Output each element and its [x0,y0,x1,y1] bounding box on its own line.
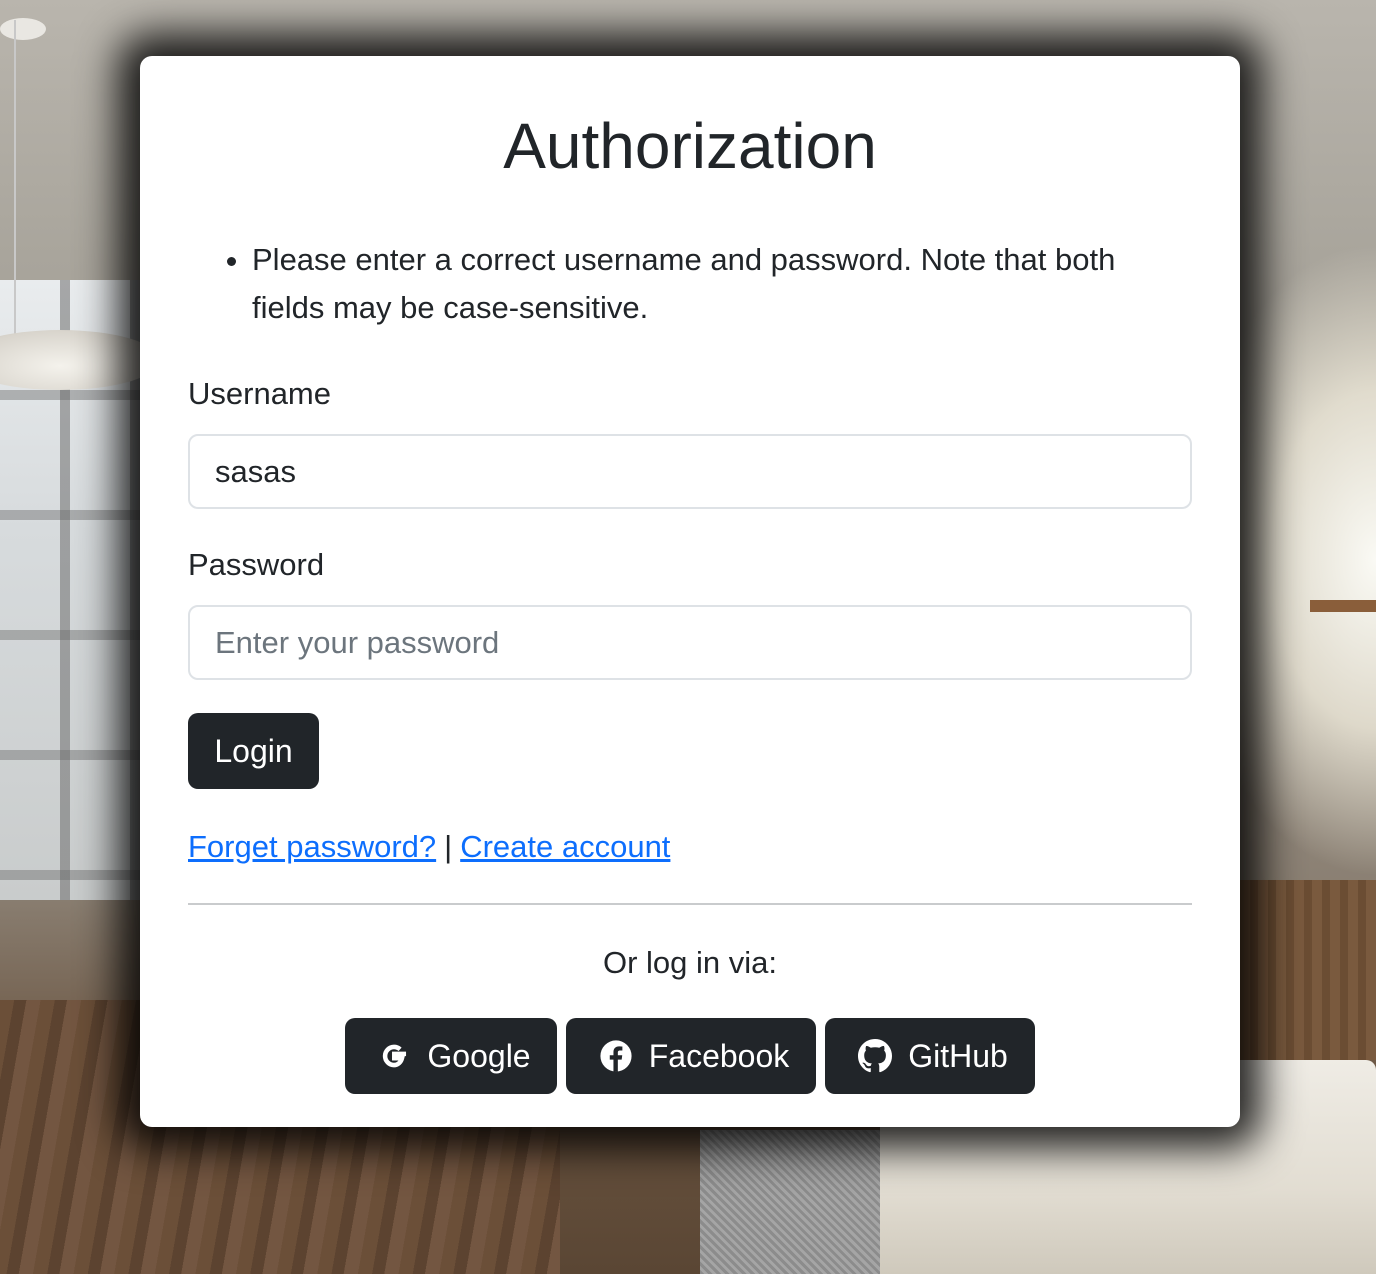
github-icon [858,1039,893,1073]
username-input[interactable] [188,434,1192,509]
forgot-password-link[interactable]: Forget password? [188,829,436,864]
facebook-label: Facebook [648,1037,790,1074]
page-title: Authorization [503,110,877,182]
google-label: Google [427,1037,531,1074]
github-label: GitHub [908,1037,1008,1074]
create-account-link[interactable]: Create account [460,829,670,864]
login-button[interactable]: Login [188,713,319,789]
background-wood-wall [1240,880,1376,1060]
background-lamp-wire [14,20,16,340]
social-login-buttons: Google Facebook GitHub [188,1018,1192,1094]
username-label: Username [188,376,331,411]
facebook-icon [599,1039,633,1073]
account-links: Forget password? | Create account [188,827,1192,867]
google-icon [377,1039,411,1073]
error-message: Please enter a correct username and pass… [252,236,1192,332]
error-list: Please enter a correct username and pass… [188,236,1192,332]
login-card: Authorization Please enter a correct use… [140,56,1240,1127]
background-ceiling-fixture [0,18,46,40]
password-input[interactable] [188,605,1192,680]
facebook-login-button[interactable]: Facebook [566,1018,816,1094]
github-login-button[interactable]: GitHub [825,1018,1035,1094]
background-shelf [1310,600,1376,612]
social-login-heading: Or log in via: [602,945,777,980]
password-label: Password [188,547,325,582]
divider [188,903,1192,905]
google-login-button[interactable]: Google [345,1018,557,1094]
background-floor [700,1130,900,1274]
link-separator: | [444,829,453,864]
